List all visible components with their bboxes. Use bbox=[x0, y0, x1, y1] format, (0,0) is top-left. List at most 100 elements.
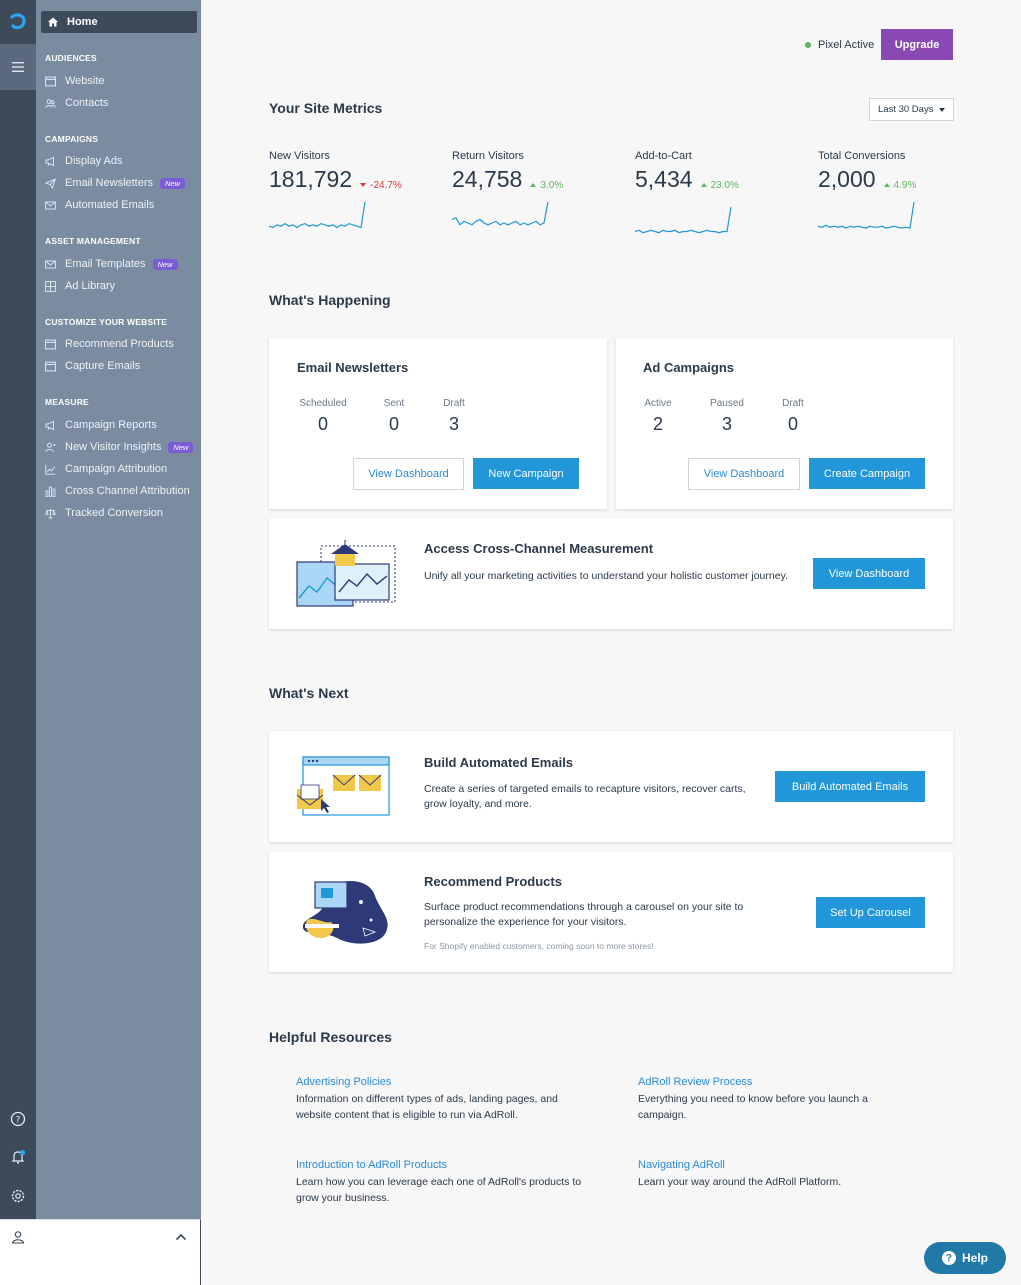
stat-value: 0 bbox=[317, 414, 328, 434]
user-icon bbox=[45, 442, 56, 452]
trend-down-icon bbox=[360, 183, 367, 187]
card-title: Ad Campaigns bbox=[643, 360, 735, 375]
whats-next-title: What's Next bbox=[269, 685, 349, 701]
help-circle-icon[interactable]: ? bbox=[9, 1110, 27, 1128]
resource-description: Everything you need to know before you l… bbox=[638, 1093, 868, 1121]
svg-text:?: ? bbox=[16, 1115, 21, 1125]
envelope-icon bbox=[45, 260, 56, 268]
sidebar-item-automated-emails[interactable]: Automated Emails bbox=[45, 196, 199, 214]
metric-delta: 4.9% bbox=[883, 179, 917, 191]
sidebar-item-label: Website bbox=[65, 75, 105, 87]
stat-sent: Sent 0 bbox=[379, 398, 409, 435]
stat-label: Active bbox=[644, 398, 672, 409]
main-content: Pixel Active Upgrade Your Site Metrics L… bbox=[201, 0, 1021, 1285]
create-campaign-button[interactable]: Create Campaign bbox=[809, 458, 925, 489]
upgrade-button[interactable]: Upgrade bbox=[881, 29, 953, 60]
browser-icon bbox=[45, 339, 56, 349]
sidebar-item-label: Email Newsletters bbox=[65, 177, 154, 189]
metric-label: Add-to-Cart bbox=[635, 150, 692, 162]
sidebar-item-label: Campaign Attribution bbox=[65, 463, 168, 475]
sidebar-item-email-templates[interactable]: Email Templates New bbox=[45, 255, 199, 273]
caret-down-icon bbox=[939, 108, 945, 112]
stat-value: 0 bbox=[787, 414, 798, 434]
stat-paused: Paused 3 bbox=[707, 398, 747, 435]
sparkline bbox=[817, 201, 915, 229]
resource-description: Learn your way around the AdRoll Platfor… bbox=[638, 1176, 842, 1188]
metric-return-visitors: Return Visitors 24,758 3.0% bbox=[451, 150, 612, 226]
card-title: Access Cross-Channel Measurement bbox=[424, 541, 654, 556]
sidebar-section-measure: MEASURE bbox=[45, 397, 89, 407]
resource-description: Learn how you can leverage each one of A… bbox=[296, 1176, 582, 1204]
sidebar-item-label: Contacts bbox=[65, 97, 109, 109]
sidebar-item-label: New Visitor Insights bbox=[65, 441, 162, 453]
metric-delta-text: -24.7% bbox=[370, 179, 402, 191]
sidebar-item-website[interactable]: Website bbox=[45, 72, 199, 90]
metric-delta-text: 4.9% bbox=[893, 179, 917, 191]
metric-delta: 23.0% bbox=[700, 180, 739, 191]
cross-channel-card: Access Cross-Channel Measurement Unify a… bbox=[269, 518, 953, 629]
sidebar-item-cross-channel-attribution[interactable]: Cross Channel Attribution bbox=[45, 482, 199, 500]
metric-value: 24,758 bbox=[452, 166, 523, 192]
ads-view-dashboard-button[interactable]: View Dashboard bbox=[688, 458, 800, 490]
question-icon: ? bbox=[941, 1251, 956, 1265]
sidebar-item-label: Recommend Products bbox=[65, 338, 174, 350]
sidebar-item-label: Campaign Reports bbox=[65, 419, 157, 431]
sidebar-item-contacts[interactable]: Contacts bbox=[45, 94, 199, 112]
resource-link-navigating-adroll[interactable]: Navigating AdRoll bbox=[638, 1159, 725, 1171]
card-description: Surface product recommendations through … bbox=[424, 901, 744, 928]
users-icon bbox=[45, 98, 56, 108]
sidebar-item-new-visitor-insights[interactable]: New Visitor Insights New bbox=[45, 438, 199, 456]
scale-icon bbox=[45, 508, 56, 518]
sidebar-section-customize-website: CUSTOMIZE YOUR WEBSITE bbox=[45, 317, 168, 327]
sidebar-item-email-newsletters[interactable]: Email Newsletters New bbox=[45, 174, 199, 192]
help-button[interactable]: ? Help bbox=[924, 1242, 1006, 1274]
user-avatar-icon bbox=[11, 1231, 25, 1244]
user-account-bar[interactable] bbox=[0, 1219, 201, 1285]
stat-label: Draft bbox=[443, 398, 465, 409]
resource-link-review-process[interactable]: AdRoll Review Process bbox=[638, 1076, 752, 1088]
new-campaign-button[interactable]: New Campaign bbox=[473, 458, 579, 489]
menu-toggle-button[interactable] bbox=[0, 44, 36, 90]
sparkline-path bbox=[634, 206, 732, 234]
card-description: Create a series of targeted emails to re… bbox=[424, 783, 746, 810]
recommend-products-card: Recommend Products Surface product recom… bbox=[269, 852, 953, 972]
card-title: Email Newsletters bbox=[297, 360, 409, 375]
sparkline bbox=[451, 201, 549, 226]
sidebar-item-capture-emails[interactable]: Capture Emails bbox=[45, 357, 199, 375]
bar-chart-icon bbox=[45, 486, 56, 497]
sparkline-path bbox=[817, 201, 915, 229]
automated-emails-card: Build Automated Emails Create a series o… bbox=[269, 731, 953, 842]
status-dot-icon bbox=[805, 42, 811, 48]
sidebar-item-recommend-products[interactable]: Recommend Products bbox=[45, 335, 199, 353]
help-label: Help bbox=[961, 1251, 988, 1265]
notification-bell-icon[interactable] bbox=[9, 1148, 27, 1166]
adroll-logo-icon[interactable] bbox=[8, 12, 28, 32]
sidebar-item-campaign-reports[interactable]: Campaign Reports bbox=[45, 416, 199, 434]
sidebar-item-tracked-conversion[interactable]: Tracked Conversion bbox=[45, 504, 199, 522]
chevron-up-icon[interactable] bbox=[175, 1232, 187, 1242]
trend-up-icon bbox=[530, 183, 537, 187]
stat-label: Draft bbox=[782, 398, 804, 409]
resource-link-intro-products[interactable]: Introduction to AdRoll Products bbox=[296, 1159, 447, 1171]
date-range-select[interactable]: Last 30 Days bbox=[869, 98, 954, 121]
new-badge: New bbox=[152, 258, 178, 270]
email-newsletters-card: Email Newsletters Scheduled 0 Sent 0 Dra… bbox=[269, 338, 607, 509]
stat-value: 3 bbox=[448, 414, 459, 434]
metric-value: 181,792 bbox=[269, 166, 353, 192]
build-automated-emails-button[interactable]: Build Automated Emails bbox=[775, 771, 925, 802]
email-view-dashboard-button[interactable]: View Dashboard bbox=[353, 458, 464, 490]
sidebar-item-label: Email Templates bbox=[65, 258, 146, 270]
sidebar-item-ad-library[interactable]: Ad Library bbox=[45, 277, 199, 295]
cross-channel-view-dashboard-button[interactable]: View Dashboard bbox=[813, 558, 925, 589]
resource-link-advertising-policies[interactable]: Advertising Policies bbox=[296, 1076, 391, 1088]
paper-plane-icon bbox=[45, 177, 56, 189]
sidebar-item-home[interactable]: Home bbox=[41, 11, 197, 33]
sidebar-item-campaign-attribution[interactable]: Campaign Attribution bbox=[45, 460, 199, 478]
card-footnote: For Shopify enabled customers, coming so… bbox=[424, 941, 654, 951]
settings-gear-icon[interactable] bbox=[9, 1187, 27, 1205]
set-up-carousel-button[interactable]: Set Up Carousel bbox=[816, 897, 925, 928]
sidebar-item-display-ads[interactable]: Display Ads bbox=[45, 152, 199, 170]
stat-value: 0 bbox=[388, 414, 399, 434]
metric-new-visitors: New Visitors 181,792 -24.7% bbox=[268, 150, 429, 229]
sidebar-section-campaigns: CAMPAIGNS bbox=[45, 134, 99, 144]
